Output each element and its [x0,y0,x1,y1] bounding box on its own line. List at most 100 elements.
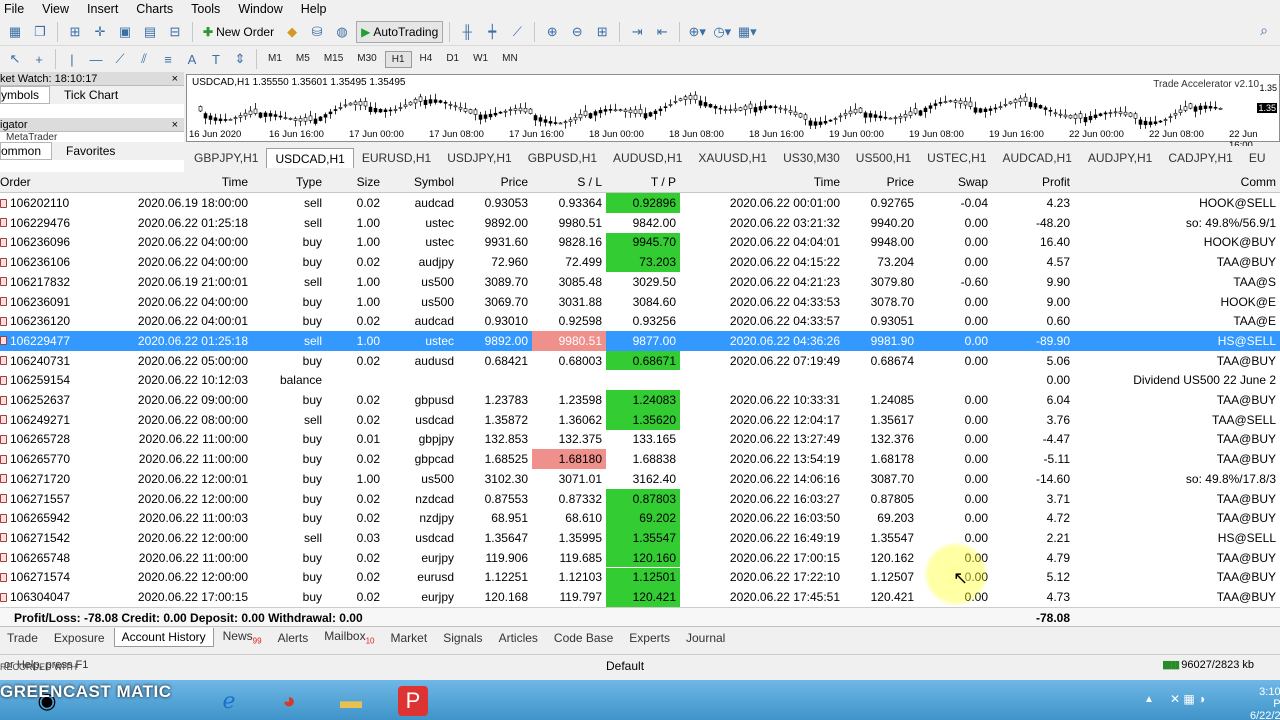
zoom-in-icon[interactable]: ⊕ [541,21,563,43]
templates-icon[interactable]: ▦▾ [736,21,758,43]
trendline-icon[interactable]: ⟋ [109,48,131,70]
channel-icon[interactable]: ⫽ [133,48,155,70]
table-row[interactable]: 106271720 2020.06.22 12:00:01 buy 1.00 us500… [0,469,1280,489]
column-header-order[interactable]: Order [0,173,88,192]
tab-symbols[interactable]: ymbols [0,86,51,104]
terminal-icon[interactable]: ▤ [139,21,161,43]
table-row[interactable]: 106236096 2020.06.22 04:00:00 buy 1.00 ustec… [0,232,1280,253]
close-icon[interactable]: × [172,119,178,131]
candlestick-icon[interactable]: ┿ [481,21,503,43]
horizontal-line-icon[interactable]: — [85,48,107,70]
timeframe-d1[interactable]: D1 [440,51,465,68]
timeframe-h1[interactable]: H1 [384,50,412,68]
indicators-icon[interactable]: ⊕▾ [686,21,708,43]
tab-account-history[interactable]: Account History [113,628,214,647]
tab-common[interactable]: ommon [0,142,53,160]
metaeditor-icon[interactable]: ◆ [281,21,303,43]
chart-tab[interactable]: GBPUSD,H1 [520,148,605,168]
chart-tab[interactable]: EU [1241,148,1274,168]
metatrader-icon[interactable]: P [398,686,428,716]
tab-exposure[interactable]: Exposure [47,629,112,647]
table-row[interactable]: 106271557 2020.06.22 12:00:00 buy 0.02 nzdca… [0,488,1280,509]
autotrading-button[interactable]: ▶ AutoTrading [356,20,444,43]
menu-item-view[interactable]: View [42,2,69,16]
column-header-cprice[interactable]: Price [844,173,918,192]
zoom-out-icon[interactable]: ⊖ [566,21,588,43]
column-header-profit[interactable]: Profit [992,173,1074,192]
table-row[interactable]: 106236091 2020.06.22 04:00:00 buy 1.00 us500… [0,292,1280,312]
table-row[interactable]: 106265728 2020.06.22 11:00:00 buy 0.01 gbpjp… [0,430,1280,450]
timeframe-m1[interactable]: M1 [262,51,288,68]
menu-item-help[interactable]: Help [301,2,327,16]
timeframe-m15[interactable]: M15 [318,51,349,68]
tab-code-base[interactable]: Code Base [547,629,620,647]
table-row[interactable]: 106202110 2020.06.19 18:00:00 sell 0.02 audc… [0,193,1280,213]
arrows-icon[interactable]: ⇕ [229,48,251,70]
table-row[interactable]: 106265942 2020.06.22 11:00:03 buy 0.02 nzdjp… [0,508,1280,529]
tab-articles[interactable]: Articles [492,629,545,647]
tab-favorites[interactable]: Favorites [56,143,125,159]
cursor-icon[interactable]: ↖ [4,48,26,70]
new-chart-icon[interactable]: ▦ [4,21,26,43]
table-row[interactable]: 106271574 2020.06.22 12:00:00 buy 0.02 eurus… [0,567,1280,588]
column-header-swap[interactable]: Swap [918,173,992,192]
table-row[interactable]: 106271542 2020.06.22 12:00:00 sell 0.03 usdc… [0,528,1280,548]
chart-tab[interactable]: USDCAD,H1 [266,148,354,168]
table-row[interactable]: 106229477 2020.06.22 01:25:18 sell 1.00 uste… [0,331,1280,351]
timeframe-m5[interactable]: M5 [290,51,316,68]
column-header-sl[interactable]: S / L [532,173,606,192]
chart-tab[interactable]: US500,H1 [848,148,919,168]
autoscroll-icon[interactable]: ⇥ [626,21,648,43]
tab-trade[interactable]: Trade [0,629,45,647]
navigator-item[interactable]: MetaTrader [0,132,184,142]
column-header-price[interactable]: Price [458,173,532,192]
table-row[interactable]: 106229476 2020.06.22 01:25:18 sell 1.00 uste… [0,213,1280,233]
table-row[interactable]: 106249271 2020.06.22 08:00:00 sell 0.02 usdc… [0,409,1280,430]
column-header-ctime[interactable]: Time [680,173,844,192]
timeframe-mn[interactable]: MN [496,51,524,68]
chart-tab[interactable]: XAUUSD,H1 [690,148,775,168]
internet-explorer-icon[interactable]: ℯ [210,686,248,716]
chart-tab[interactable]: US30,M30 [775,148,848,168]
table-row[interactable]: 106265748 2020.06.22 11:00:00 buy 0.02 eurjp… [0,547,1280,568]
table-row[interactable]: 106236120 2020.06.22 04:00:01 buy 0.02 audca… [0,311,1280,331]
fibonacci-icon[interactable]: ≡ [157,48,179,70]
menu-item-tools[interactable]: Tools [191,2,220,16]
globe-icon[interactable]: ◍ [331,21,353,43]
menu-item-insert[interactable]: Insert [87,2,118,16]
label-tool-icon[interactable]: T [205,48,227,70]
chart-shift-icon[interactable]: ⇤ [651,21,673,43]
table-row[interactable]: 106252637 2020.06.22 09:00:00 buy 0.02 gbpus… [0,390,1280,410]
tray-arrow-icon[interactable]: ▲ [1144,694,1154,705]
column-header-symbol[interactable]: Symbol [384,173,458,192]
tab-mailbox[interactable]: Mailbox10 [317,627,381,647]
table-row[interactable]: 106240731 2020.06.22 05:00:00 buy 0.02 audus… [0,350,1280,371]
tray-icons[interactable]: ✕ ▦ ◑ [1170,692,1205,706]
table-row[interactable]: 106236106 2020.06.22 04:00:00 buy 0.02 audjp… [0,252,1280,272]
menu-item-window[interactable]: Window [238,2,282,16]
vertical-line-icon[interactable]: | [61,48,83,70]
tab-signals[interactable]: Signals [436,629,489,647]
table-row[interactable]: 106304047 2020.06.22 17:00:15 buy 0.02 eurjp… [0,587,1280,607]
tab-experts[interactable]: Experts [622,629,677,647]
periods-icon[interactable]: ◷▾ [711,21,733,43]
line-chart-icon[interactable]: ⟋ [506,21,528,43]
timeframe-w1[interactable]: W1 [467,51,494,68]
folder-icon[interactable]: ▬ [332,686,370,716]
database-icon[interactable]: ⛁ [306,21,328,43]
column-header-type[interactable]: Type [252,173,326,192]
tab-tick-chart[interactable]: Tick Chart [54,87,128,103]
tab-market[interactable]: Market [384,629,435,647]
chart-tab[interactable]: USDJPY,H1 [439,148,519,168]
table-row[interactable]: 106217832 2020.06.19 21:00:01 sell 1.00 us50… [0,272,1280,292]
table-row[interactable]: 106259154 2020.06.22 10:12:03 balance 0.00 D… [0,371,1280,391]
chart-tab[interactable]: USTEC,H1 [919,148,994,168]
new-order-button[interactable]: ✚ New Order [199,21,278,43]
chart-tab[interactable]: AUDUSD,H1 [605,148,690,168]
timeframe-m30[interactable]: M30 [351,51,382,68]
tester-icon[interactable]: ⊟ [164,21,186,43]
crosshair-icon[interactable]: ✛ [89,21,111,43]
column-header-size[interactable]: Size [326,173,384,192]
navigator-icon[interactable]: ▣ [114,21,136,43]
text-tool-icon[interactable]: A [181,48,203,70]
